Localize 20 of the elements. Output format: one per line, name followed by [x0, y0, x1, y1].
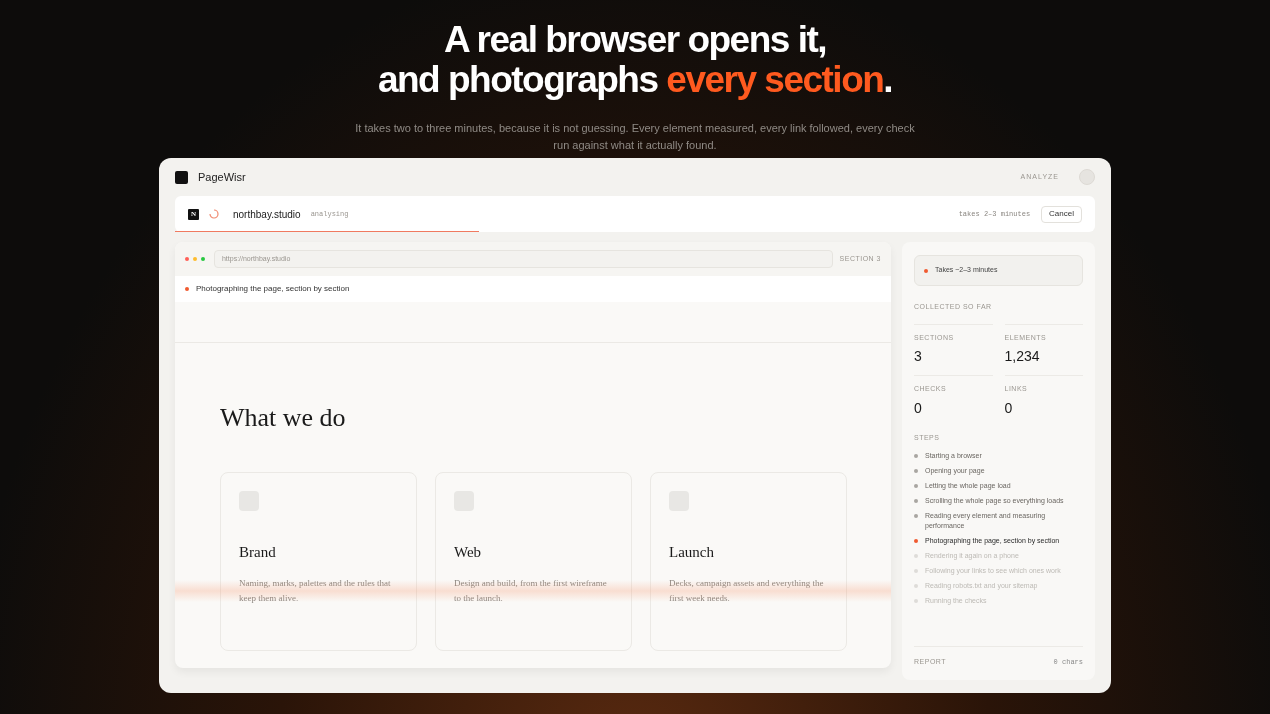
card-title: Launch [669, 543, 715, 562]
hero-subtitle: It takes two to three minutes, because it is not guessing. Every element measured, every link followed, every check run against what it actually found. [355, 121, 915, 153]
stat-value: 0 [914, 398, 923, 418]
logo-icon [175, 170, 188, 184]
stat-value: 0 [1004, 398, 1014, 418]
card-description: Decks, campaign assets and everything the first week needs. [669, 576, 825, 605]
card-title: Web [454, 543, 483, 562]
cancel-button[interactable]: Cancel [1041, 205, 1082, 223]
hero-title: A real browser opens it, and photographs every section. [377, 20, 893, 100]
site-name: northbay.studio [233, 207, 301, 222]
banner-text: Photographing the page, section by section [196, 283, 350, 295]
brand-name: PageWisr [198, 169, 246, 185]
section-heading: What we do [220, 402, 347, 434]
stat-value: 1,234 [1004, 347, 1041, 366]
avatar-icon[interactable] [1079, 169, 1095, 185]
stat-value: 3 [914, 347, 923, 366]
spinner-icon [209, 209, 219, 219]
card-description: Design and build, from the first wireframe to the launch. [454, 576, 608, 605]
card-description: Naming, marks, palettes and the rules that keep them alive. [239, 576, 392, 605]
card-title: Brand [239, 543, 277, 562]
